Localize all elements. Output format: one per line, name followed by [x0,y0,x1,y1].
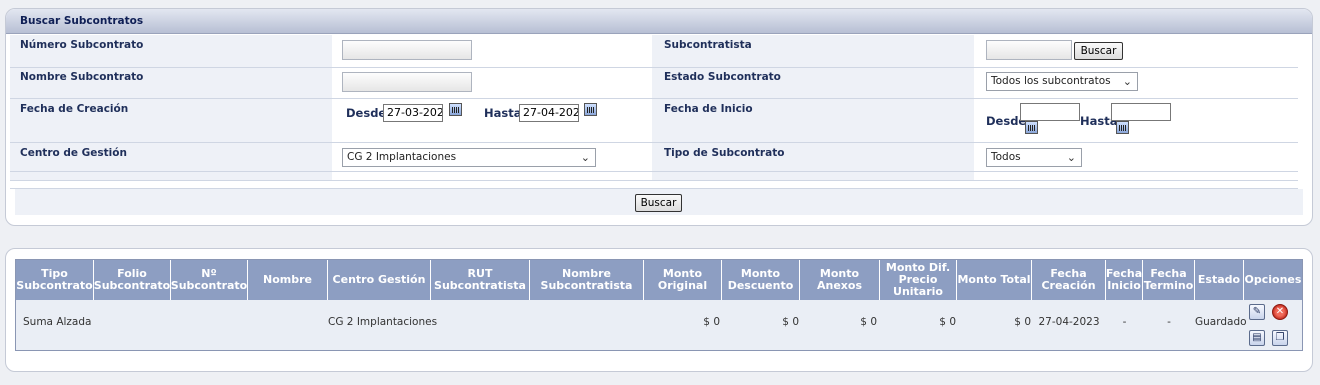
results-table: Tipo Subcontrato Folio Subcontrato Nº Su… [15,259,1303,351]
col-folio: Folio Subcontrato [94,260,171,300]
estado-select-value: Todos los subcontratos [991,75,1111,87]
col-fecha-creacion: Fecha Creación [1032,260,1106,300]
col-monto-anexos: Monto Anexos [800,260,880,300]
subcontratista-input[interactable] [986,40,1072,60]
calendar-icon[interactable] [449,103,462,116]
cell-fecha-creacion: 27-04-2023 [1038,316,1100,328]
search-button[interactable]: Buscar [635,194,682,212]
row-spacer [10,180,1298,189]
col-rut: RUT Subcontratista [431,260,530,300]
cell-fecha-inicio: - [1122,316,1127,328]
fecha-creacion-label: Fecha de Creación [20,103,129,115]
subcontratista-label: Subcontratista [664,39,752,51]
inicio-desde-input[interactable] [1020,103,1080,121]
creacion-desde-input[interactable]: 27-03-2023 [383,104,443,122]
col-numero: Nº Subcontrato [171,260,248,300]
cell-tipo: Suma Alzada [23,316,92,328]
document-icon[interactable]: ▤ [1249,330,1265,346]
nombre-input[interactable] [342,72,472,92]
tipo-select-value: Todos [991,151,1021,163]
copy-icon[interactable]: ❐ [1272,330,1288,346]
cell-centro: CG 2 Implantaciones [328,316,438,328]
row-centro [10,142,1298,172]
cell-fecha-termino: - [1167,316,1171,328]
creacion-hasta-label: Hasta [484,106,522,120]
nombre-label: Nombre Subcontrato [20,71,144,83]
calendar-icon[interactable] [584,103,597,116]
tipo-select[interactable]: Todos ⌄ [986,148,1082,167]
col-fecha-termino: Fecha Termino [1143,260,1195,300]
chevron-down-icon: ⌄ [580,151,590,164]
cell-monto-descuento: $ 0 [782,316,799,328]
centro-label: Centro de Gestión [20,147,127,159]
calendar-icon[interactable] [1116,121,1129,134]
numero-input[interactable] [342,40,472,60]
col-monto-descuento: Monto Descuento [722,260,800,300]
cell-monto-original: $ 0 [703,316,720,328]
estado-select[interactable]: Todos los subcontratos ⌄ [986,72,1138,91]
col-tipo: Tipo Subcontrato [16,260,94,300]
subcontratista-search-button[interactable]: Buscar [1074,42,1123,60]
cell-monto-total: $ 0 [1014,316,1031,328]
col-opciones: Opciones [1244,260,1302,300]
creacion-desde-label: Desde [346,106,387,120]
calendar-icon[interactable] [1025,121,1038,134]
cell-monto-anexos: $ 0 [860,316,877,328]
search-panel-title: Buscar Subcontratos [6,9,1312,34]
chevron-down-icon: ⌄ [1122,75,1132,88]
col-monto-original: Monto Original [644,260,722,300]
col-monto-dif: Monto Dif. Precio Unitario [880,260,957,300]
numero-label: Número Subcontrato [20,39,144,51]
col-monto-total: Monto Total [957,260,1032,300]
delete-icon[interactable]: ✕ [1272,304,1288,320]
col-estado: Estado [1195,260,1244,300]
inicio-hasta-input[interactable] [1111,103,1171,121]
col-nombre-sub: Nombre Subcontratista [530,260,644,300]
creacion-hasta-input[interactable]: 27-04-2023 [519,104,579,122]
fecha-inicio-label: Fecha de Inicio [664,103,753,115]
col-fecha-inicio: Fecha Inicio [1106,260,1143,300]
cell-estado: Guardado [1195,316,1247,328]
pencil-icon[interactable]: ✎ [1249,304,1265,320]
tipo-label: Tipo de Subcontrato [664,147,785,159]
centro-select[interactable]: CG 2 Implantaciones ⌄ [342,148,596,167]
col-centro: Centro Gestión [328,260,431,300]
centro-select-value: CG 2 Implantaciones [347,151,457,163]
cell-monto-dif: $ 0 [939,316,956,328]
col-nombre: Nombre [248,260,328,300]
chevron-down-icon: ⌄ [1066,151,1076,164]
estado-label: Estado Subcontrato [664,71,781,83]
